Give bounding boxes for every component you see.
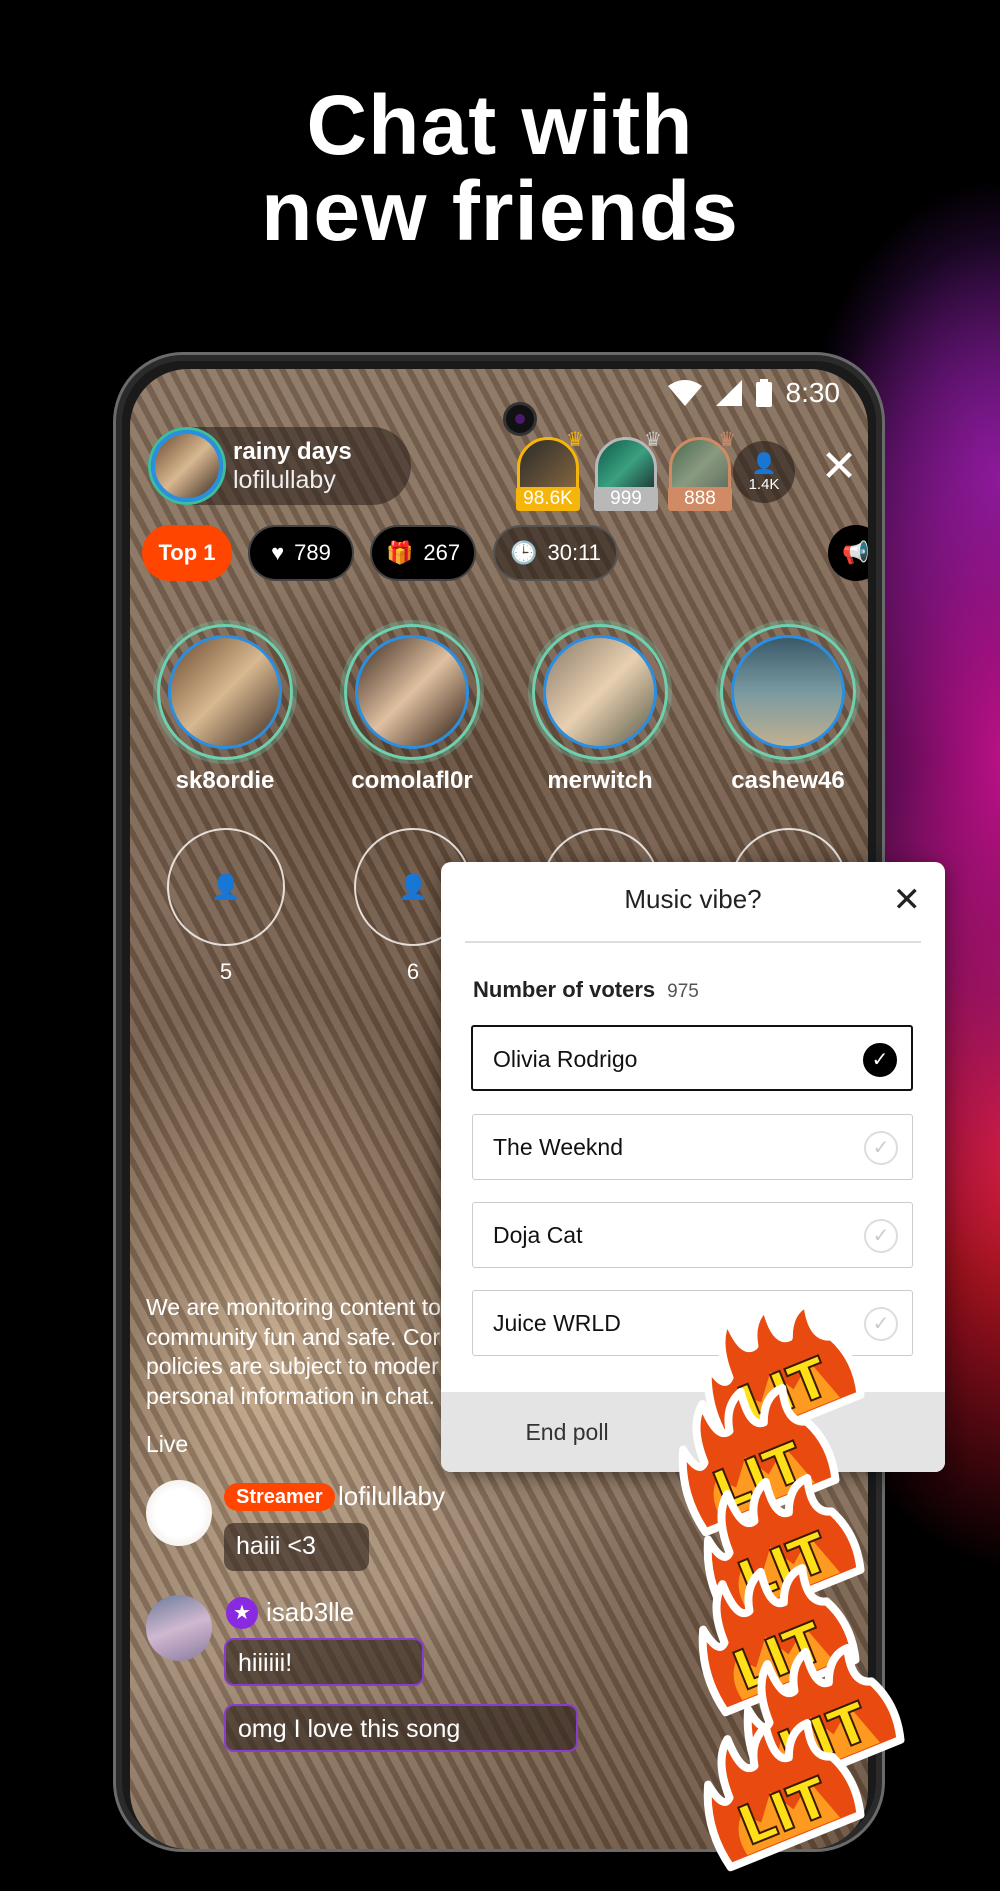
clock-icon: 🕒	[510, 540, 538, 565]
headline-line-2: new friends	[261, 164, 739, 258]
chat-username[interactable]: lofilullaby	[338, 1481, 445, 1512]
top-viewer-1[interactable]: ♛ 98.6K	[516, 429, 584, 511]
guest-seat-3[interactable]	[532, 624, 668, 760]
guest-name: sk8ordie	[175, 767, 275, 794]
headline-line-1: Chat with	[306, 78, 694, 172]
divider	[465, 941, 921, 943]
option-label: Juice WRLD	[493, 1310, 621, 1336]
rank-label: Top 1	[158, 540, 216, 565]
guest-seat-1[interactable]	[157, 624, 293, 760]
notice-line: We are monitoring content to	[146, 1294, 441, 1320]
option-label: Doja Cat	[493, 1222, 583, 1248]
guest-avatar	[731, 635, 845, 749]
person-icon: 👤	[398, 873, 428, 901]
empty-seat-5[interactable]: 👤	[167, 828, 285, 946]
check-icon: ✓	[863, 1043, 897, 1077]
guest-seat-4[interactable]	[720, 624, 856, 760]
duration: 30:11	[547, 540, 601, 565]
poll-option[interactable]: The Weeknd ✓	[472, 1114, 913, 1180]
duration-pill[interactable]: 🕒 30:11	[493, 525, 618, 581]
status-bar: 8:30	[667, 369, 841, 418]
person-icon: 👤	[211, 873, 241, 901]
guest-name: cashew46	[731, 767, 845, 794]
poll-close-button[interactable]: ✕	[893, 880, 922, 920]
notice-line: policies are subject to moder	[146, 1353, 439, 1379]
voter-count: Number of voters 975	[473, 977, 699, 1003]
chat-avatar[interactable]	[146, 1595, 212, 1661]
moderation-notice: We are monitoring content to community f…	[146, 1293, 466, 1411]
person-icon: 👤	[751, 453, 777, 475]
front-camera	[503, 402, 537, 436]
rank-badge[interactable]: Top 1	[142, 525, 232, 581]
chat-message: hiiiiii!	[224, 1638, 424, 1686]
guest-name: comolafl0r	[351, 767, 473, 794]
clock-time: 8:30	[785, 377, 841, 408]
notice-line: personal information in chat.	[146, 1382, 435, 1409]
chat-message: haiii <3	[224, 1523, 369, 1571]
guest-seat-2[interactable]	[344, 624, 480, 760]
wifi-icon	[667, 380, 702, 406]
gifts-count: 267	[423, 540, 461, 565]
viewer-score: 999	[594, 487, 658, 511]
poll-option[interactable]: Doja Cat ✓	[472, 1202, 913, 1268]
viewer-score: 98.6K	[516, 487, 580, 511]
chat-avatar[interactable]	[146, 1480, 212, 1546]
likes-count: 789	[294, 540, 331, 565]
announcement-button[interactable]: 📢	[828, 525, 868, 581]
check-icon: ✓	[864, 1219, 898, 1253]
voters-number: 975	[667, 981, 699, 1002]
close-button[interactable]: ✕	[814, 439, 864, 495]
guest-name: merwitch	[547, 767, 653, 794]
top-viewer-2[interactable]: ♛ 999	[594, 429, 662, 511]
guest-avatar	[168, 635, 282, 749]
viewer-score: 888	[668, 487, 732, 511]
gift-icon: 🎁	[385, 540, 414, 565]
star-icon: ★	[226, 1597, 258, 1629]
lit-sticker-stack: LITLITLITLITLITLIT	[670, 1299, 910, 1872]
crown-icon: ♛	[566, 429, 584, 451]
poll-title: Music vibe?	[624, 884, 762, 914]
gifts-pill[interactable]: 🎁 267	[370, 525, 476, 581]
room-title: rainy days	[233, 437, 352, 465]
likes-pill[interactable]: ♥ 789	[248, 525, 354, 581]
seat-number: 5	[219, 959, 233, 984]
host-avatar[interactable]	[151, 430, 223, 502]
chat-message: omg I love this song	[224, 1704, 578, 1752]
guest-avatar	[355, 635, 469, 749]
check-icon: ✓	[864, 1131, 898, 1165]
megaphone-icon: 📢	[842, 540, 868, 565]
host-profile[interactable]: rainy days lofilullaby	[148, 427, 411, 505]
crown-icon: ♛	[644, 429, 662, 451]
chat-username[interactable]: isab3lle	[266, 1597, 354, 1628]
cellular-icon	[715, 380, 742, 406]
crown-icon: ♛	[718, 429, 736, 451]
streamer-badge: Streamer	[224, 1483, 335, 1511]
guest-avatar	[543, 635, 657, 749]
poll-option[interactable]: Olivia Rodrigo ✓	[471, 1025, 913, 1091]
live-label: Live	[146, 1431, 189, 1457]
option-label: The Weeknd	[493, 1134, 623, 1160]
option-label: Olivia Rodrigo	[493, 1046, 638, 1072]
host-handle: lofilullaby	[233, 465, 336, 494]
notice-line: community fun and safe. Cor	[146, 1323, 441, 1350]
viewer-total: 1.4K	[748, 476, 780, 493]
battery-icon	[755, 379, 772, 407]
top-viewer-3[interactable]: ♛ 888	[668, 429, 736, 511]
voters-label: Number of voters	[473, 977, 656, 1002]
viewer-count-button[interactable]: 👤 1.4K	[733, 441, 795, 503]
headline: Chat with new friends	[0, 82, 1000, 254]
heart-icon: ♥	[271, 540, 285, 565]
